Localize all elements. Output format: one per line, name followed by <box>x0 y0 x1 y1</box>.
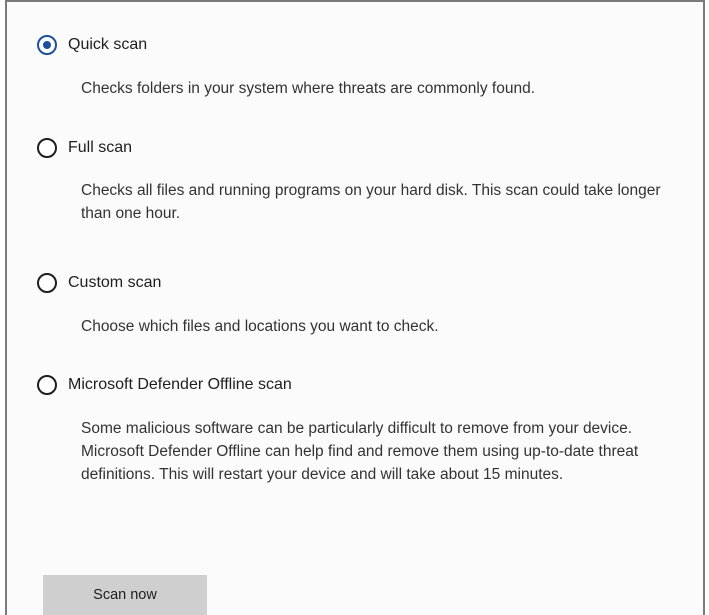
scan-options-panel: Quick scan Checks folders in your system… <box>5 0 705 615</box>
custom-scan-label: Custom scan <box>68 274 162 291</box>
radio-unselected-icon <box>37 273 57 293</box>
custom-scan-description: Choose which files and locations you wan… <box>81 318 439 335</box>
full-scan-label: Full scan <box>68 139 133 156</box>
radio-defender-offline-scan[interactable]: Microsoft Defender Offline scan <box>37 375 292 395</box>
radio-unselected-icon <box>37 375 57 395</box>
scan-now-button[interactable]: Scan now <box>43 575 207 615</box>
radio-quick-scan[interactable]: Quick scan <box>37 35 147 55</box>
radio-unselected-icon <box>37 138 57 158</box>
full-scan-description: Checks all files and running programs on… <box>81 182 661 222</box>
quick-scan-description: Checks folders in your system where thre… <box>81 80 535 97</box>
radio-custom-scan[interactable]: Custom scan <box>37 273 161 293</box>
radio-selected-icon <box>37 35 57 55</box>
radio-full-scan[interactable]: Full scan <box>37 138 132 158</box>
quick-scan-label: Quick scan <box>68 36 148 53</box>
defender-offline-scan-description: Some malicious software can be particula… <box>81 420 639 483</box>
defender-offline-scan-label: Microsoft Defender Offline scan <box>68 376 292 393</box>
